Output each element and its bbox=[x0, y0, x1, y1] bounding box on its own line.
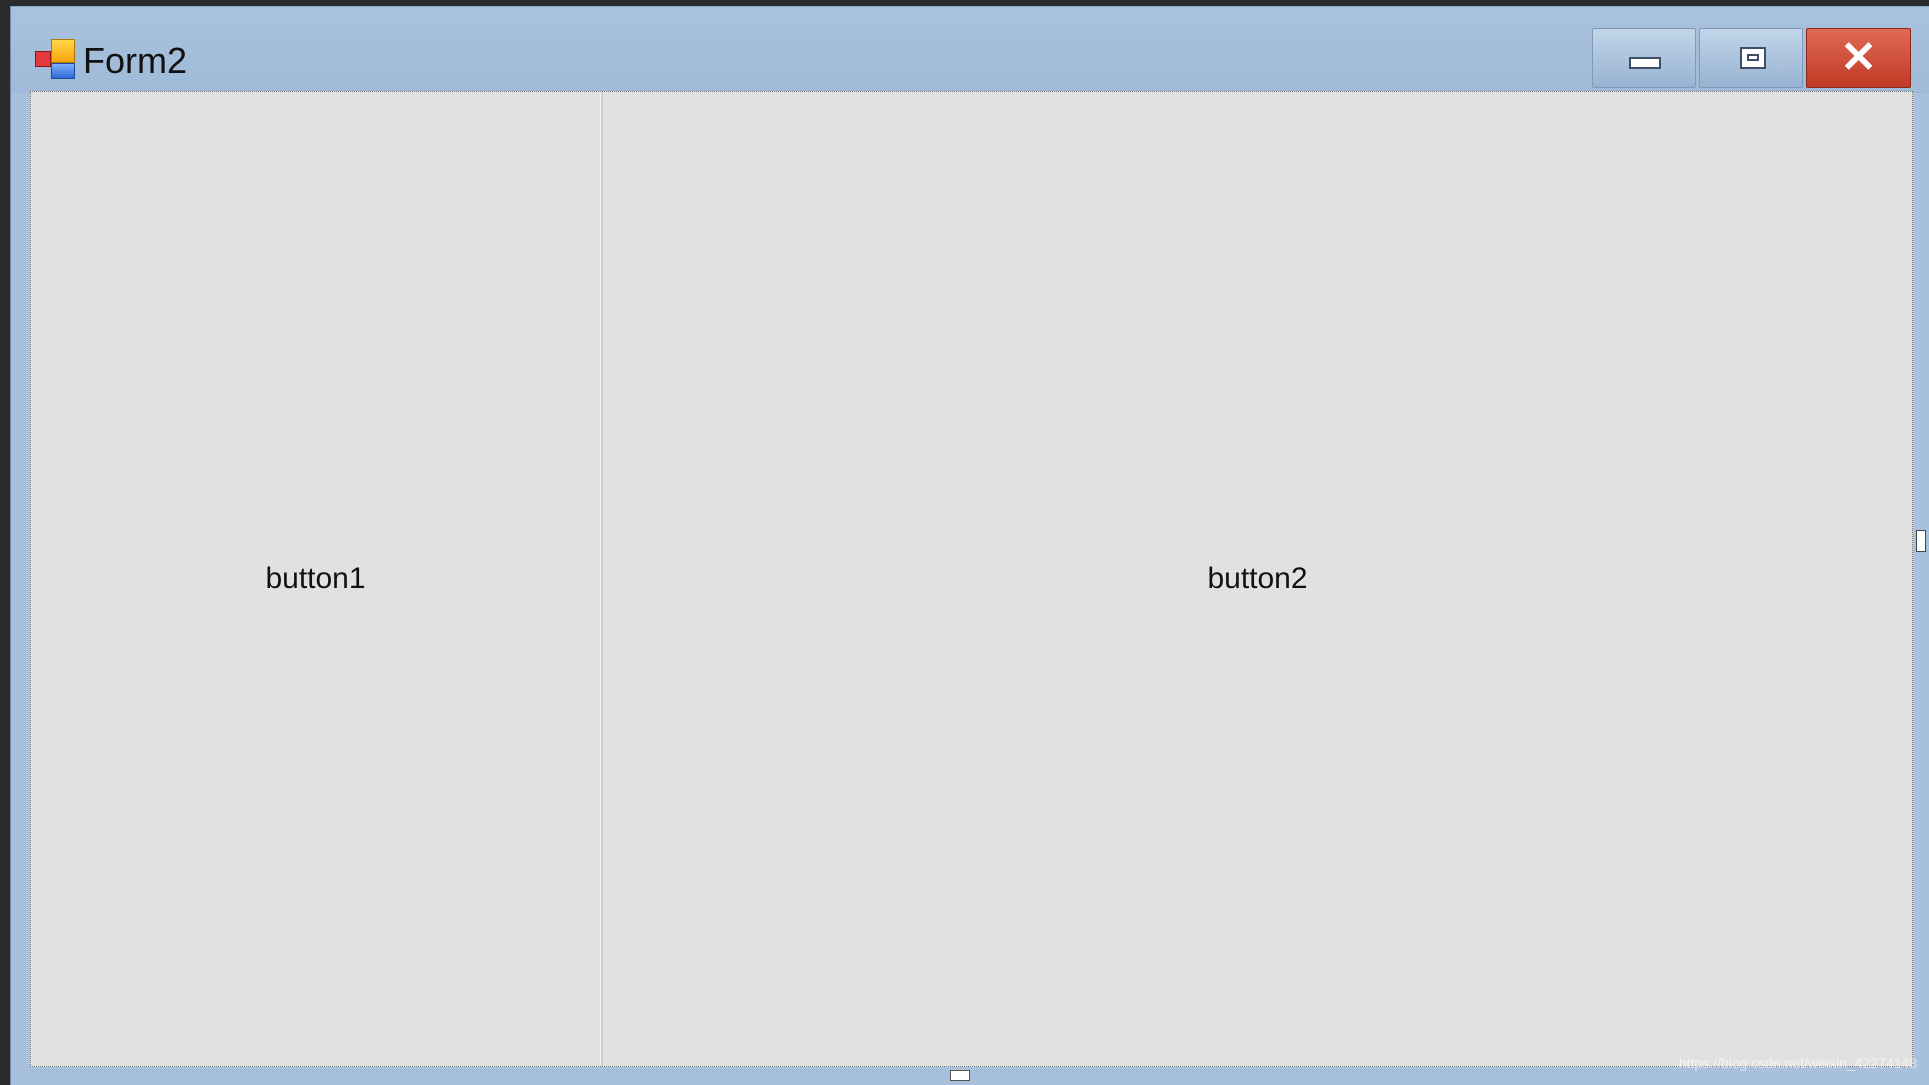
app-icon[interactable] bbox=[35, 39, 75, 79]
close-icon: ✕ bbox=[1840, 33, 1877, 82]
form-window: Form2 ✕ button1 button2 bbox=[10, 6, 1929, 1085]
button2[interactable]: button2 bbox=[603, 92, 1912, 1066]
close-button[interactable]: ✕ bbox=[1806, 28, 1911, 88]
icon-blue-square bbox=[51, 63, 75, 79]
right-resize-handle[interactable] bbox=[1916, 530, 1926, 552]
minimize-button[interactable] bbox=[1592, 28, 1696, 88]
maximize-button[interactable] bbox=[1699, 28, 1803, 88]
button1-label: button1 bbox=[265, 562, 366, 595]
window-title: Form2 bbox=[83, 40, 188, 81]
button2-label: button2 bbox=[1207, 562, 1308, 595]
form-client-area: button1 button2 bbox=[30, 91, 1913, 1067]
bottom-resize-handle[interactable] bbox=[950, 1070, 970, 1081]
watermark: https://blog.csdn.net/weixin_42274148 bbox=[1678, 1055, 1917, 1071]
minimize-icon bbox=[1629, 57, 1661, 69]
button1[interactable]: button1 bbox=[31, 92, 600, 1066]
title-bar[interactable]: Form2 ✕ bbox=[11, 7, 1929, 93]
icon-red-square bbox=[35, 51, 51, 67]
maximize-icon bbox=[1740, 47, 1766, 69]
icon-yellow-square bbox=[51, 39, 75, 63]
